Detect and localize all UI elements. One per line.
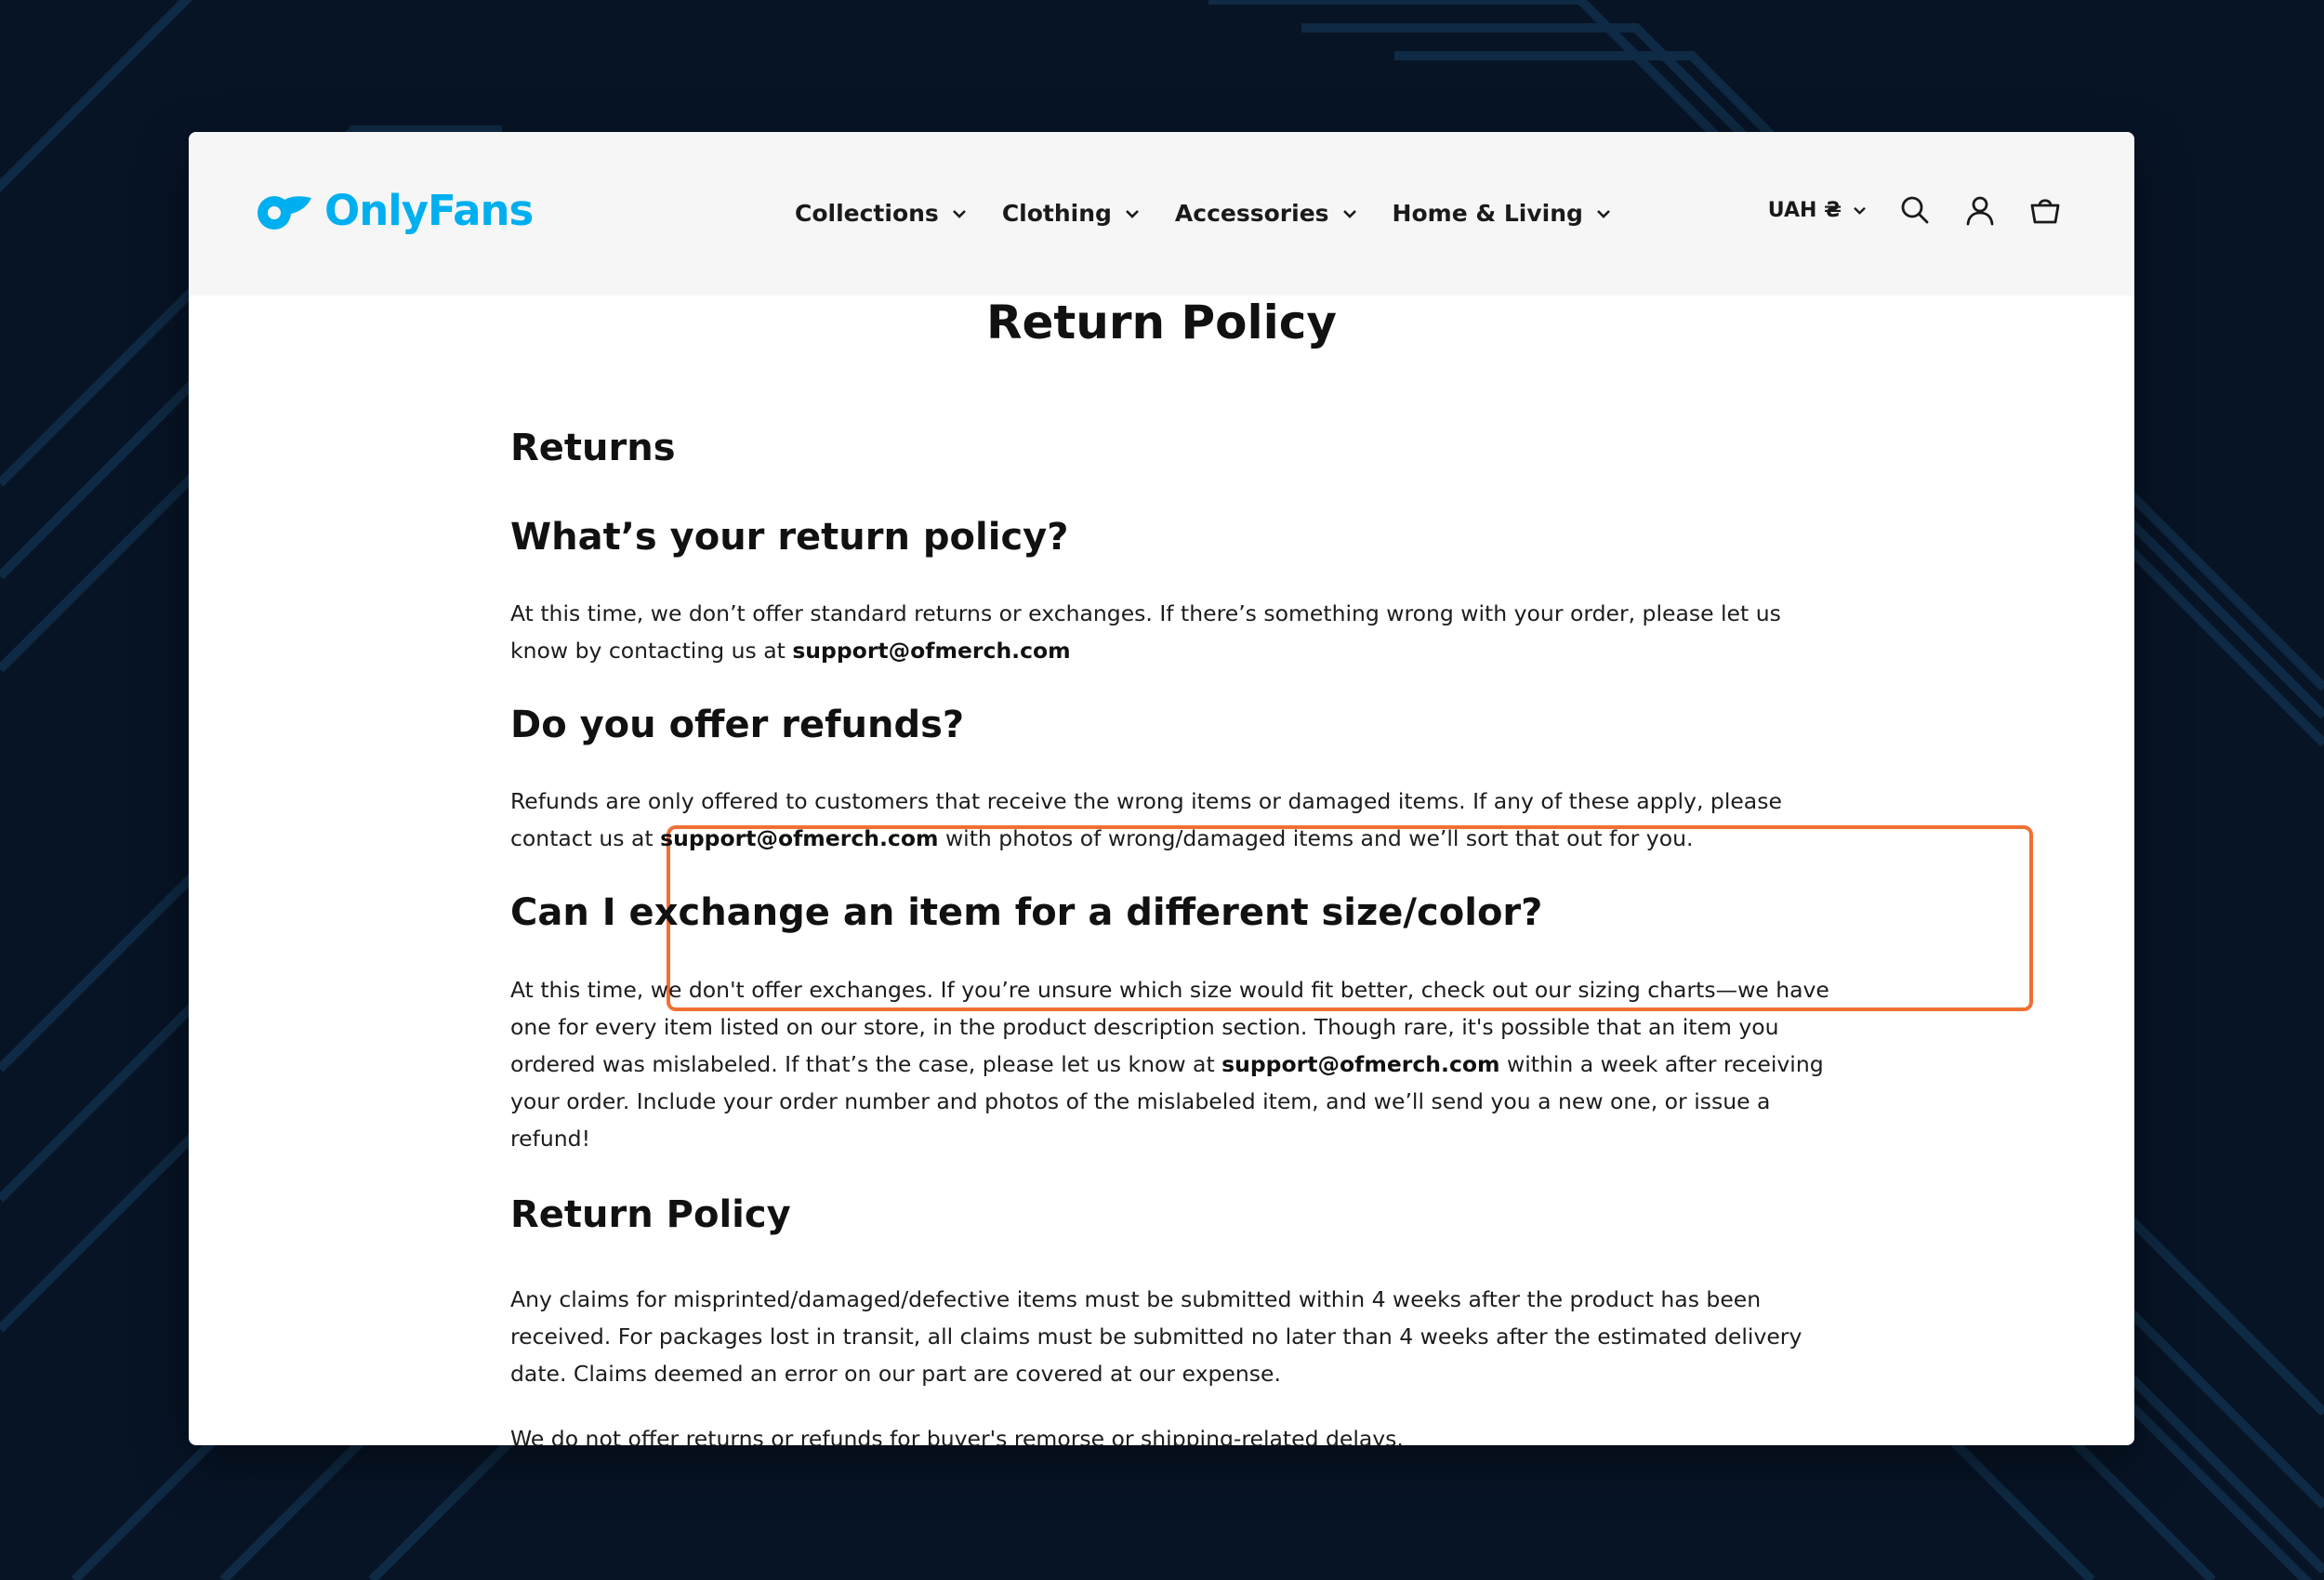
nav-label: Collections <box>795 200 939 227</box>
nav-label: Clothing <box>1001 200 1112 227</box>
site-header: OnlyFans Collections Clothing Accessorie… <box>189 132 2134 296</box>
support-email-link[interactable]: support@ofmerch.com <box>792 638 1070 664</box>
chevron-down-icon <box>1342 209 1356 218</box>
nav-accessories[interactable]: Accessories <box>1175 200 1357 227</box>
search-icon[interactable] <box>1898 193 1932 227</box>
browser-page: OnlyFans Collections Clothing Accessorie… <box>189 132 2134 1445</box>
section-heading-returns: Returns <box>510 427 676 469</box>
nav-label: Home & Living <box>1392 200 1583 227</box>
onlyfans-logo-icon <box>257 195 311 230</box>
header-utilities: UAH ₴ <box>1768 193 2062 227</box>
logo-text: OnlyFans <box>324 186 534 235</box>
cart-icon[interactable] <box>2028 193 2062 227</box>
nav-label: Accessories <box>1174 200 1329 227</box>
section-text-exchange: At this time, we don't offer exchanges. … <box>510 971 1830 1157</box>
text-segment: At this time, we don’t offer standard re… <box>510 600 1781 664</box>
section-text-return-policy: At this time, we don’t offer standard re… <box>510 595 1830 669</box>
section-heading-return-policy-question: What’s your return policy? <box>510 516 1069 559</box>
main-nav: Collections Clothing Accessories Home & … <box>795 200 1646 227</box>
section-heading-return-policy: Return Policy <box>510 1193 791 1236</box>
currency-selector[interactable]: UAH ₴ <box>1768 199 1867 222</box>
section-text-cutoff: We do not offer returns or refunds for b… <box>510 1426 1404 1445</box>
nav-home-living[interactable]: Home & Living <box>1393 200 1611 227</box>
nav-collections[interactable]: Collections <box>795 200 967 227</box>
site-logo[interactable]: OnlyFans <box>254 186 534 235</box>
support-email-link[interactable]: support@ofmerch.com <box>660 825 938 851</box>
support-email-link[interactable]: support@ofmerch.com <box>1221 1051 1499 1077</box>
chevron-down-icon <box>1854 206 1866 215</box>
nav-clothing[interactable]: Clothing <box>1002 200 1140 227</box>
section-heading-refunds: Do you offer refunds? <box>510 704 965 746</box>
chevron-down-icon <box>1126 209 1139 218</box>
chevron-down-icon <box>1597 209 1610 218</box>
text-segment: with photos of wrong/damaged items and w… <box>938 825 1694 851</box>
page-title: Return Policy <box>985 296 1338 349</box>
chevron-down-icon <box>952 209 966 218</box>
section-text-refunds: Refunds are only offered to customers th… <box>510 783 1830 857</box>
section-heading-exchange: Can I exchange an item for a different s… <box>510 891 1543 934</box>
currency-label: UAH ₴ <box>1767 198 1842 222</box>
account-icon[interactable] <box>1963 193 1997 227</box>
section-text-claims: Any claims for misprinted/damaged/defect… <box>510 1286 1802 1387</box>
